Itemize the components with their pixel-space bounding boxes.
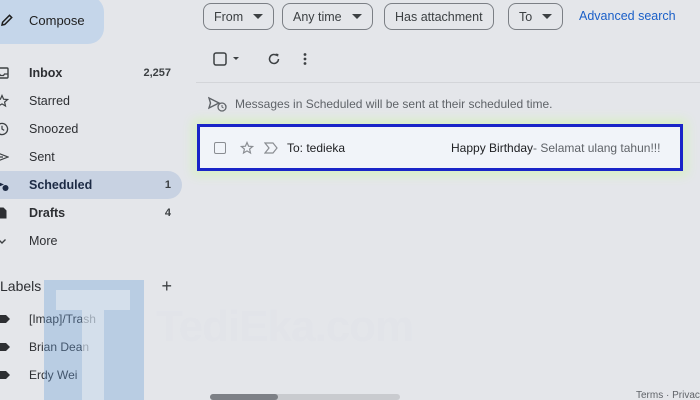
star-icon[interactable] <box>240 140 254 155</box>
send-icon <box>0 149 10 165</box>
drafts-count: 4 <box>164 207 171 219</box>
scheduled-info-banner: Messages in Scheduled will be sent at th… <box>208 94 553 114</box>
watermark-logo <box>44 280 144 400</box>
footer-links[interactable]: Terms · Privacy <box>636 390 700 400</box>
pencil-icon <box>1 14 13 26</box>
chip-label: From <box>214 9 244 24</box>
inbox-icon <box>0 65 10 81</box>
advanced-search-link[interactable]: Advanced search <box>579 9 676 23</box>
scrollbar-thumb[interactable] <box>210 394 278 400</box>
sidebar-item-label: Scheduled <box>29 178 93 192</box>
chip-label: Has attachment <box>395 9 483 24</box>
sidebar-item-label: Starred <box>29 94 70 108</box>
sidebar-item-label: Snoozed <box>29 122 79 136</box>
sidebar-item-label: Sent <box>29 150 55 164</box>
sidebar-item-sent[interactable]: Sent <box>0 143 182 171</box>
label-tag-icon <box>0 343 10 351</box>
star-icon <box>0 93 10 109</box>
chevron-down-icon <box>0 233 10 249</box>
draft-icon <box>0 205 10 221</box>
caret-down-icon <box>542 14 553 19</box>
inbox-count: 2,257 <box>143 67 171 79</box>
sidebar-item-snoozed[interactable]: Snoozed <box>0 115 182 143</box>
chip-label: Any time <box>293 9 342 24</box>
action-bar <box>210 48 314 70</box>
label-tag-icon <box>0 371 10 379</box>
email-recipient: To: tedieka <box>287 140 346 155</box>
from-filter-chip[interactable]: From <box>203 3 275 30</box>
nav-list: Inbox 2,257 Starred Snoozed Sent Schedul… <box>0 59 182 255</box>
sidebar-item-label: Inbox <box>29 66 63 80</box>
scheduled-send-icon <box>208 96 227 112</box>
compose-label: Compose <box>29 12 85 28</box>
sidebar-item-label: More <box>29 234 58 248</box>
select-all-checkbox[interactable] <box>210 52 244 66</box>
toolbar-divider <box>196 82 700 83</box>
chip-label: To <box>519 9 533 24</box>
email-subject: Happy Birthday <box>451 140 534 155</box>
caret-down-icon <box>253 14 264 19</box>
to-filter-chip[interactable]: To <box>508 3 564 30</box>
watermark-text: TediEka.com <box>156 302 414 351</box>
caret-down-icon <box>351 14 362 19</box>
sidebar-item-drafts[interactable]: Drafts 4 <box>0 199 182 227</box>
sidebar-item-label: Drafts <box>29 206 66 220</box>
label-tag-icon <box>0 315 10 323</box>
sidebar-item-scheduled[interactable]: Scheduled 1 <box>0 171 182 199</box>
scheduled-info-text: Messages in Scheduled will be sent at th… <box>235 97 553 111</box>
any-time-filter-chip[interactable]: Any time <box>282 3 373 30</box>
importance-marker-icon[interactable] <box>264 141 278 154</box>
clock-icon <box>0 121 10 137</box>
has-attachment-chip[interactable]: Has attachment <box>384 3 494 30</box>
sidebar-item-more[interactable]: More <box>0 227 182 255</box>
refresh-icon[interactable] <box>259 52 289 66</box>
sidebar-item-inbox[interactable]: Inbox 2,257 <box>0 59 182 87</box>
more-options-icon[interactable] <box>296 52 314 66</box>
add-label-button[interactable]: + <box>161 276 172 297</box>
sidebar-item-starred[interactable]: Starred <box>0 87 182 115</box>
scheduled-send-icon <box>0 177 10 193</box>
scheduled-count: 1 <box>164 179 171 191</box>
labels-title: Labels <box>0 278 42 294</box>
email-snippet: - Selamat ulang tahun!!! <box>533 140 661 155</box>
email-row[interactable]: To: tedieka Happy Birthday - Selamat ula… <box>197 124 683 171</box>
compose-button[interactable]: Compose <box>0 0 104 44</box>
email-checkbox[interactable] <box>214 141 226 154</box>
